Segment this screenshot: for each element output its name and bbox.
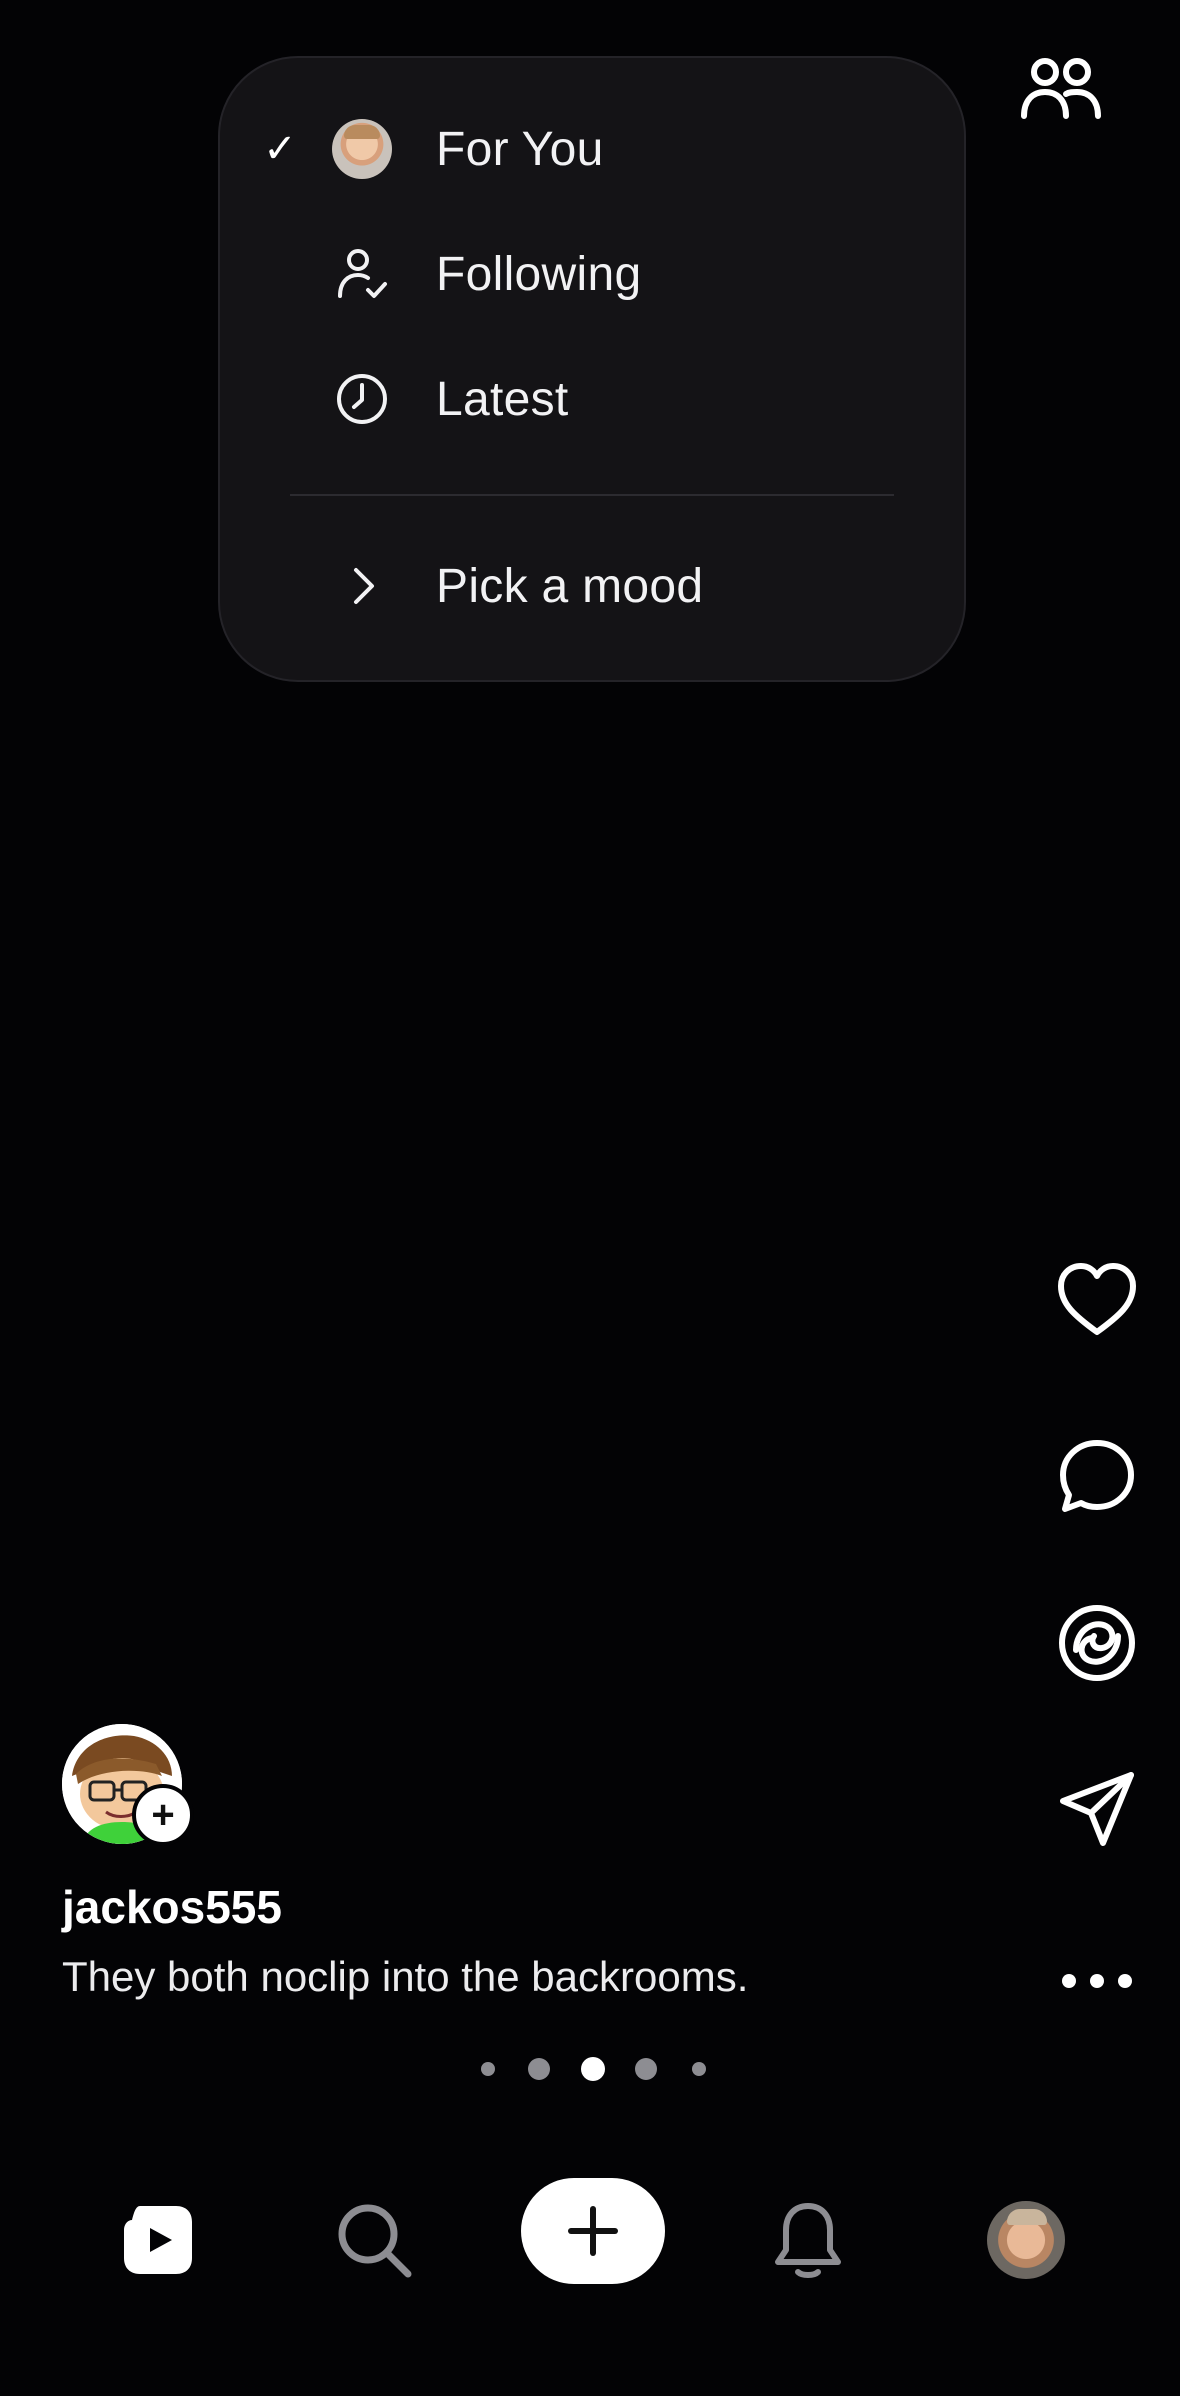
menu-divider	[290, 494, 894, 496]
menu-item-for-you[interactable]: ✓ For You	[220, 94, 964, 204]
feed-selector-menu: ✓ For You Following Latest Pick a mood	[218, 56, 966, 682]
follow-button[interactable]: +	[132, 1784, 194, 1846]
reels-screen: ✓ For You Following Latest Pick a mood +…	[0, 0, 1180, 2396]
more-icon	[1062, 1974, 1132, 1988]
pager-dot	[528, 2058, 550, 2080]
bell-icon	[775, 2203, 841, 2278]
create-button[interactable]	[521, 2178, 665, 2284]
nav-notifications[interactable]	[758, 2190, 858, 2290]
menu-item-label: Latest	[436, 372, 569, 426]
person-check-icon	[330, 242, 394, 306]
friends-button[interactable]	[1016, 50, 1106, 130]
clock-icon	[330, 367, 394, 431]
search-icon	[338, 2204, 412, 2278]
pager-dot	[481, 2062, 495, 2076]
menu-item-label: Following	[436, 247, 642, 301]
remix-button[interactable]	[1052, 1598, 1142, 1688]
people-icon	[1021, 58, 1101, 119]
pager-dot	[635, 2058, 657, 2080]
menu-item-pick-a-mood[interactable]: Pick a mood	[220, 531, 964, 641]
share-button[interactable]	[1052, 1764, 1142, 1854]
like-button[interactable]	[1052, 1255, 1142, 1345]
menu-item-latest[interactable]: Latest	[220, 344, 964, 454]
pager-dot-active	[581, 2057, 605, 2081]
heart-icon	[1058, 1263, 1136, 1335]
comment-icon	[1060, 1440, 1134, 1512]
post-caption: They both noclip into the backrooms.	[62, 1953, 749, 2000]
reels-icon	[124, 2206, 192, 2274]
for-you-avatar-icon	[332, 119, 392, 179]
send-icon	[1060, 1772, 1134, 1846]
carousel-pager	[0, 2054, 1180, 2081]
remix-icon	[1059, 1605, 1135, 1681]
pager-dot	[692, 2062, 706, 2076]
more-options-button[interactable]	[1052, 1936, 1142, 2026]
post-username[interactable]: jackos555	[62, 1880, 282, 1934]
menu-item-label: For You	[436, 122, 604, 176]
nav-profile[interactable]	[976, 2190, 1076, 2290]
menu-item-following[interactable]: Following	[220, 219, 964, 329]
plus-icon	[568, 2206, 618, 2256]
menu-item-label: Pick a mood	[436, 559, 704, 613]
profile-avatar	[987, 2201, 1065, 2279]
comment-button[interactable]	[1052, 1432, 1142, 1522]
chevron-right-icon	[330, 554, 394, 618]
nav-reels[interactable]	[108, 2190, 208, 2290]
checkmark-icon: ✓	[263, 127, 297, 171]
nav-search[interactable]	[324, 2190, 424, 2290]
